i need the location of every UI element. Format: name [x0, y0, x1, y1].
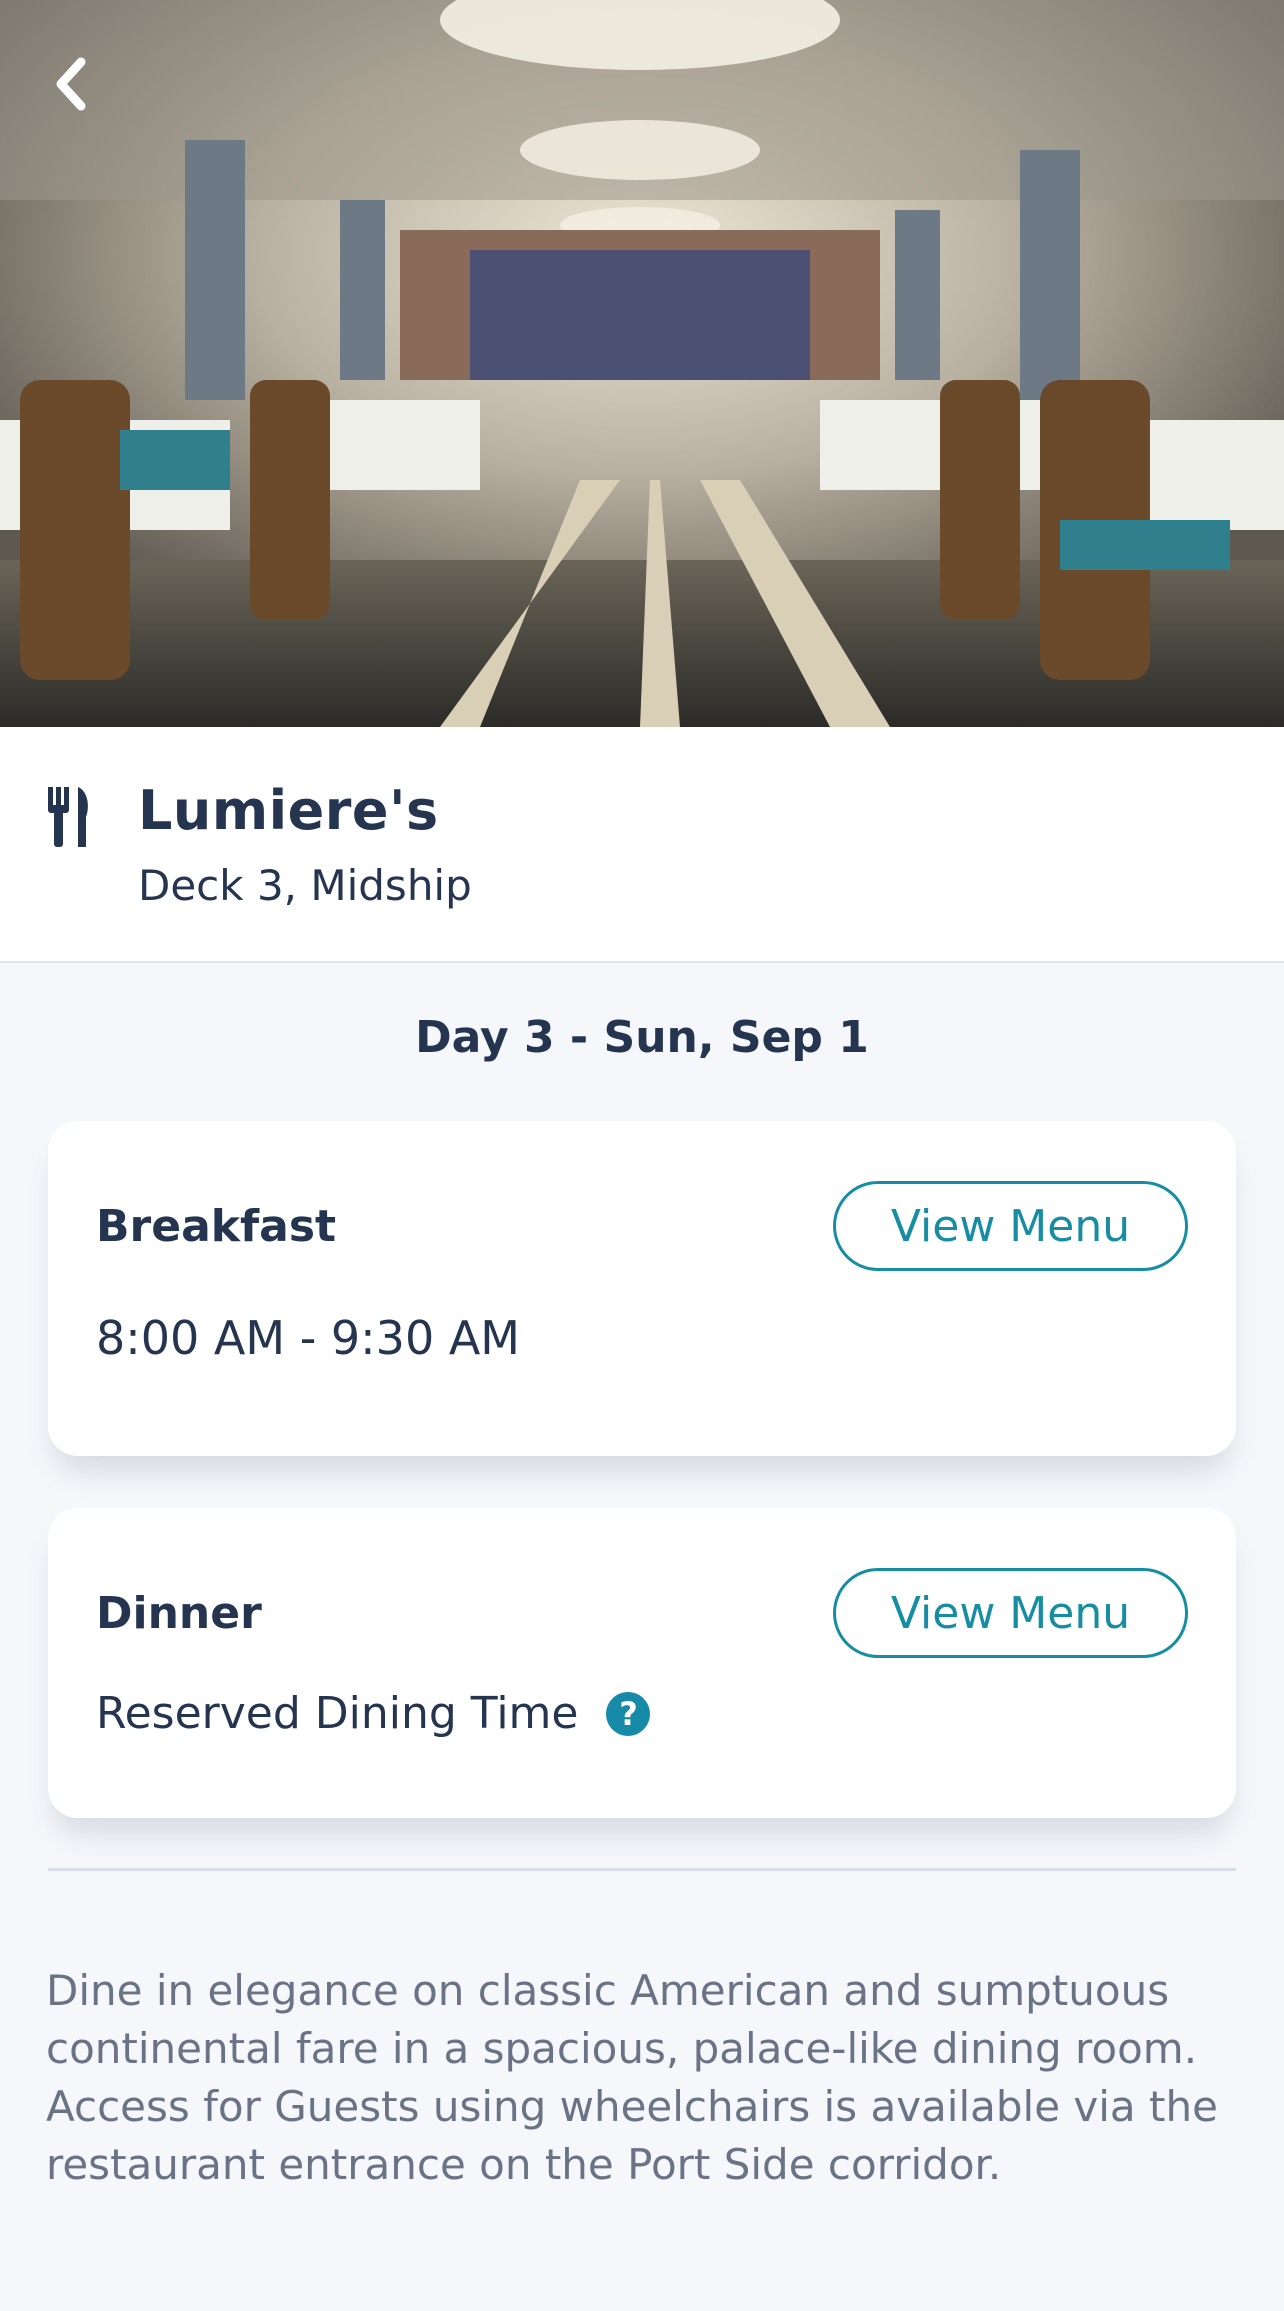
breakfast-time: 8:00 AM - 9:30 AM	[96, 1311, 520, 1365]
back-button[interactable]	[36, 44, 106, 124]
breakfast-view-menu-button[interactable]: View Menu	[833, 1181, 1188, 1271]
dinner-title: Dinner	[96, 1588, 262, 1639]
divider	[48, 1868, 1236, 1871]
dinner-time-row: Reserved Dining Time ?	[96, 1688, 651, 1739]
restaurant-description: Dine in elegance on classic American and…	[46, 1966, 1218, 2189]
restaurant-location: Deck 3, Midship	[138, 861, 472, 910]
breakfast-title: Breakfast	[96, 1201, 337, 1252]
day-heading: Day 3 - Sun, Sep 1	[415, 1012, 869, 1063]
hero-image	[0, 0, 1284, 727]
dinner-card: Dinner View Menu Reserved Dining Time ?	[48, 1508, 1236, 1818]
dinner-time: Reserved Dining Time	[96, 1688, 579, 1739]
dinner-view-menu-button[interactable]: View Menu	[833, 1568, 1188, 1658]
help-icon[interactable]: ?	[606, 1691, 651, 1736]
restaurant-name: Lumiere's	[138, 779, 439, 842]
chevron-left-icon	[56, 57, 86, 111]
restaurant-header: Lumiere's Deck 3, Midship	[0, 727, 1284, 963]
breakfast-card: Breakfast View Menu 8:00 AM - 9:30 AM	[48, 1121, 1236, 1456]
fork-knife-icon	[48, 787, 88, 847]
